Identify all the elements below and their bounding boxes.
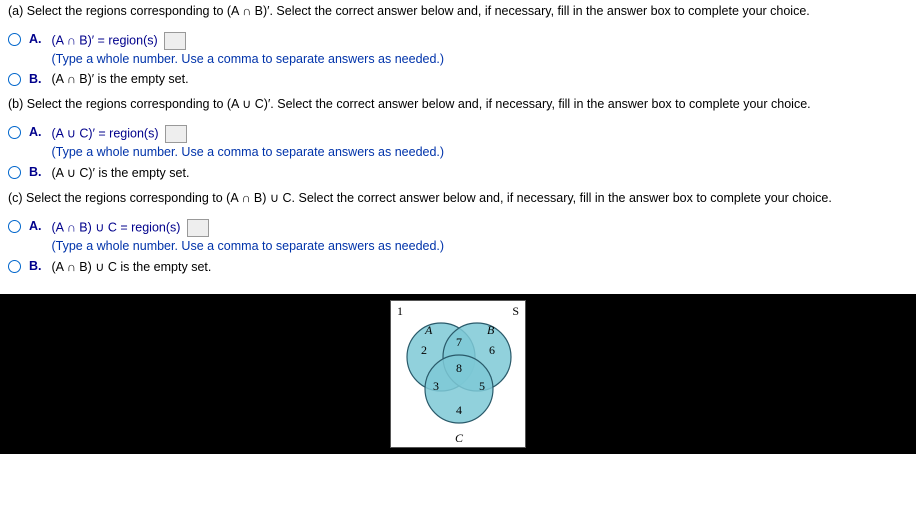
- choice-c-option-b: B. (A ∩ B) ∪ C is the empty set.: [8, 259, 908, 274]
- set-a-label: A: [425, 323, 432, 338]
- choice-b-option-b: B. (A ∪ C)′ is the empty set.: [8, 165, 908, 180]
- radio-c-a[interactable]: [8, 220, 21, 233]
- set-b-label: B: [487, 323, 494, 338]
- label-b-a: A.: [29, 125, 42, 139]
- region-4-label: 4: [456, 403, 462, 418]
- option-c-a-text: (A ∩ B) ∪ C = region(s) (Type a whole nu…: [52, 219, 445, 253]
- option-b-a-text: (A ∪ C)′ = region(s) (Type a whole numbe…: [52, 125, 445, 159]
- answer-input-a[interactable]: [164, 32, 186, 50]
- set-c-label: C: [455, 431, 463, 446]
- radio-a[interactable]: [8, 33, 21, 46]
- choice-b-option-a: A. (A ∪ C)′ = region(s) (Type a whole nu…: [8, 125, 908, 159]
- help-c: (Type a whole number. Use a comma to sep…: [52, 239, 445, 253]
- question-a: (a) Select the regions corresponding to …: [8, 4, 908, 18]
- radio-b[interactable]: [8, 73, 21, 86]
- radio-c-b[interactable]: [8, 260, 21, 273]
- choice-a-option-b: B. (A ∩ B)′ is the empty set.: [8, 72, 908, 86]
- label-c-a: A.: [29, 219, 42, 233]
- label-b: B.: [29, 72, 42, 86]
- option-b-text: (A ∩ B)′ is the empty set.: [52, 72, 189, 86]
- option-b-b-text: (A ∪ C)′ is the empty set.: [52, 165, 190, 180]
- help-b: (Type a whole number. Use a comma to sep…: [52, 145, 445, 159]
- label-a: A.: [29, 32, 42, 46]
- region-2-label: 2: [421, 343, 427, 358]
- option-b-a-equation: (A ∪ C)′ = region(s): [52, 126, 159, 140]
- option-c-a-equation: (A ∩ B) ∪ C = region(s): [52, 220, 181, 234]
- region-5-label: 5: [479, 379, 485, 394]
- diagram-area: 1 S A B C 2 7 6 8 3 5 4: [0, 294, 916, 454]
- option-c-b-text: (A ∩ B) ∪ C is the empty set.: [52, 259, 212, 274]
- answer-input-b[interactable]: [165, 125, 187, 143]
- region-8-label: 8: [456, 361, 462, 376]
- radio-b-a[interactable]: [8, 126, 21, 139]
- region-3-label: 3: [433, 379, 439, 394]
- option-a-text: (A ∩ B)′ = region(s) (Type a whole numbe…: [52, 32, 445, 66]
- region-6-label: 6: [489, 343, 495, 358]
- help-a: (Type a whole number. Use a comma to sep…: [52, 52, 445, 66]
- answer-input-c[interactable]: [187, 219, 209, 237]
- radio-b-b[interactable]: [8, 166, 21, 179]
- venn-diagram: 1 S A B C 2 7 6 8 3 5 4: [390, 300, 526, 448]
- label-c-b: B.: [29, 259, 42, 273]
- choice-a-option-a: A. (A ∩ B)′ = region(s) (Type a whole nu…: [8, 32, 908, 66]
- choice-c-option-a: A. (A ∩ B) ∪ C = region(s) (Type a whole…: [8, 219, 908, 253]
- region-7-label: 7: [456, 335, 462, 350]
- label-b-b: B.: [29, 165, 42, 179]
- question-c: (c) Select the regions corresponding to …: [8, 190, 908, 205]
- option-a-equation: (A ∩ B)′ = region(s): [52, 33, 158, 47]
- question-b: (b) Select the regions corresponding to …: [8, 96, 908, 111]
